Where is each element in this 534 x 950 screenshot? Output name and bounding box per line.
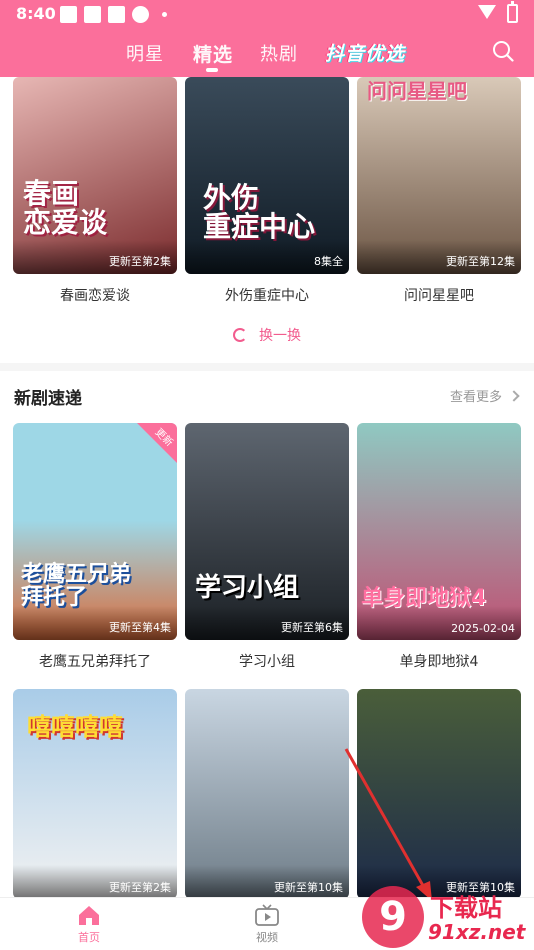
watermark-logo: 9 <box>362 886 424 948</box>
chevron-right-icon <box>508 390 520 402</box>
top-bar: 8:40 明星 精选 热剧 抖音优选 <box>0 0 534 77</box>
episode-badge: 更新至第10集 <box>274 881 343 894</box>
episode-badge: 8集全 <box>314 255 343 268</box>
drama-poster[interactable]: 春画 恋爱谈 更新至第2集 <box>13 77 177 274</box>
drama-card-singles-inferno-4[interactable]: 单身即地狱4 2025-02-04 单身即地狱4 <box>357 423 521 673</box>
notification-icon <box>60 6 77 23</box>
tab-video[interactable]: 视频 <box>227 904 307 945</box>
episode-badge: 更新至第6集 <box>281 621 343 634</box>
drama-poster[interactable]: 外伤 重症中心 8集全 <box>185 77 349 274</box>
status-bar: 8:40 <box>0 0 534 28</box>
drama-poster[interactable]: 学习小组 更新至第6集 <box>185 423 349 640</box>
poster-title-art: 学习小组 <box>195 573 300 603</box>
poster-title-art: 问问星星吧 <box>367 79 467 103</box>
tab-douyin-select[interactable]: 抖音优选 <box>325 39 405 66</box>
poster-title-art: 嘻嘻嘻嘻 <box>27 713 123 741</box>
drama-title[interactable]: 单身即地狱4 <box>357 651 521 671</box>
tab-hot-dramas[interactable]: 热剧 <box>260 40 298 66</box>
poster-title-art: 老鹰五兄弟 拜托了 <box>21 562 132 611</box>
tab-stars[interactable]: 明星 <box>126 40 164 66</box>
episode-badge: 更新至第4集 <box>109 621 171 634</box>
drama-card-eagle-brothers[interactable]: 更新 老鹰五兄弟 拜托了 更新至第4集 老鹰五兄弟拜托了 <box>13 423 177 673</box>
annotation-arrow <box>344 748 432 897</box>
notification-icon <box>108 6 125 23</box>
watermark-url: 91xz.net <box>428 920 526 944</box>
section-divider <box>0 363 534 371</box>
see-more-label: 查看更多 <box>449 390 502 405</box>
see-more-link[interactable]: 查看更多 <box>449 386 520 405</box>
poster-title-art: 春画 恋爱谈 <box>23 177 108 240</box>
corner-label: 更新 <box>152 426 175 449</box>
drama-title[interactable]: 老鹰五兄弟拜托了 <box>13 651 177 671</box>
app-root: 8:40 明星 精选 热剧 抖音优选 春画 恋爱谈 更新至第2集 春画恋爱谈 外… <box>0 0 534 950</box>
drama-title[interactable]: 问问星星吧 <box>357 285 521 305</box>
drama-poster[interactable]: 单身即地狱4 2025-02-04 <box>357 423 521 640</box>
drama-title[interactable]: 春画恋爱谈 <box>13 285 177 305</box>
sync-icon <box>132 6 149 23</box>
refresh-label: 换一换 <box>259 328 301 344</box>
drama-card-spring-romance[interactable]: 春画 恋爱谈 更新至第2集 春画恋爱谈 <box>13 77 177 317</box>
search-icon[interactable] <box>492 40 514 62</box>
date-badge: 2025-02-04 <box>451 622 515 635</box>
tab-video-label: 视频 <box>256 931 278 944</box>
tab-featured[interactable]: 精选 <box>193 40 233 67</box>
drama-card-trauma-center[interactable]: 外伤 重症中心 8集全 外伤重症中心 <box>185 77 349 317</box>
active-tab-indicator <box>206 68 218 72</box>
tab-home[interactable]: 首页 <box>49 904 129 945</box>
drama-poster[interactable]: 问问星星吧 更新至第12集 <box>357 77 521 274</box>
status-time: 8:40 <box>16 4 56 23</box>
refresh-icon <box>233 328 247 342</box>
watermark-title: 下载站 <box>430 894 502 922</box>
top-nav: 明星 精选 热剧 抖音优选 <box>0 34 534 74</box>
new-corner-badge: 更新 <box>137 423 177 463</box>
episode-badge: 更新至第2集 <box>109 881 171 894</box>
poster-title-art: 外伤 重症中心 <box>203 181 316 244</box>
site-watermark: 9 下载站 91xz.net <box>362 886 534 950</box>
drama-card[interactable]: 更新至第10集 <box>185 689 349 897</box>
episode-badge: 更新至第2集 <box>109 255 171 268</box>
drama-title[interactable]: 外伤重症中心 <box>185 285 349 305</box>
wifi-icon <box>478 5 496 19</box>
drama-card-study-group[interactable]: 学习小组 更新至第6集 学习小组 <box>185 423 349 673</box>
notification-icon <box>84 6 101 23</box>
tab-home-label: 首页 <box>78 931 100 944</box>
drama-poster[interactable]: 嘻嘻嘻嘻 更新至第2集 <box>13 689 177 897</box>
section-title: 新剧速递 <box>14 389 82 409</box>
drama-poster[interactable]: 更新至第10集 <box>185 689 349 897</box>
drama-card[interactable]: 嘻嘻嘻嘻 更新至第2集 <box>13 689 177 897</box>
drama-card-ask-the-stars[interactable]: 问问星星吧 更新至第12集 问问星星吧 <box>357 77 521 317</box>
feed: 春画 恋爱谈 更新至第2集 春画恋爱谈 外伤 重症中心 8集全 外伤重症中心 问问星… <box>0 77 534 897</box>
drama-poster[interactable]: 更新 老鹰五兄弟 拜托了 更新至第4集 <box>13 423 177 640</box>
episode-badge: 更新至第12集 <box>446 255 515 268</box>
battery-icon <box>507 1 518 23</box>
tv-icon <box>255 904 279 926</box>
refresh-button[interactable]: 换一换 <box>0 325 534 349</box>
drama-title[interactable]: 学习小组 <box>185 651 349 671</box>
home-icon <box>79 906 99 925</box>
more-notifications-icon <box>162 12 167 17</box>
